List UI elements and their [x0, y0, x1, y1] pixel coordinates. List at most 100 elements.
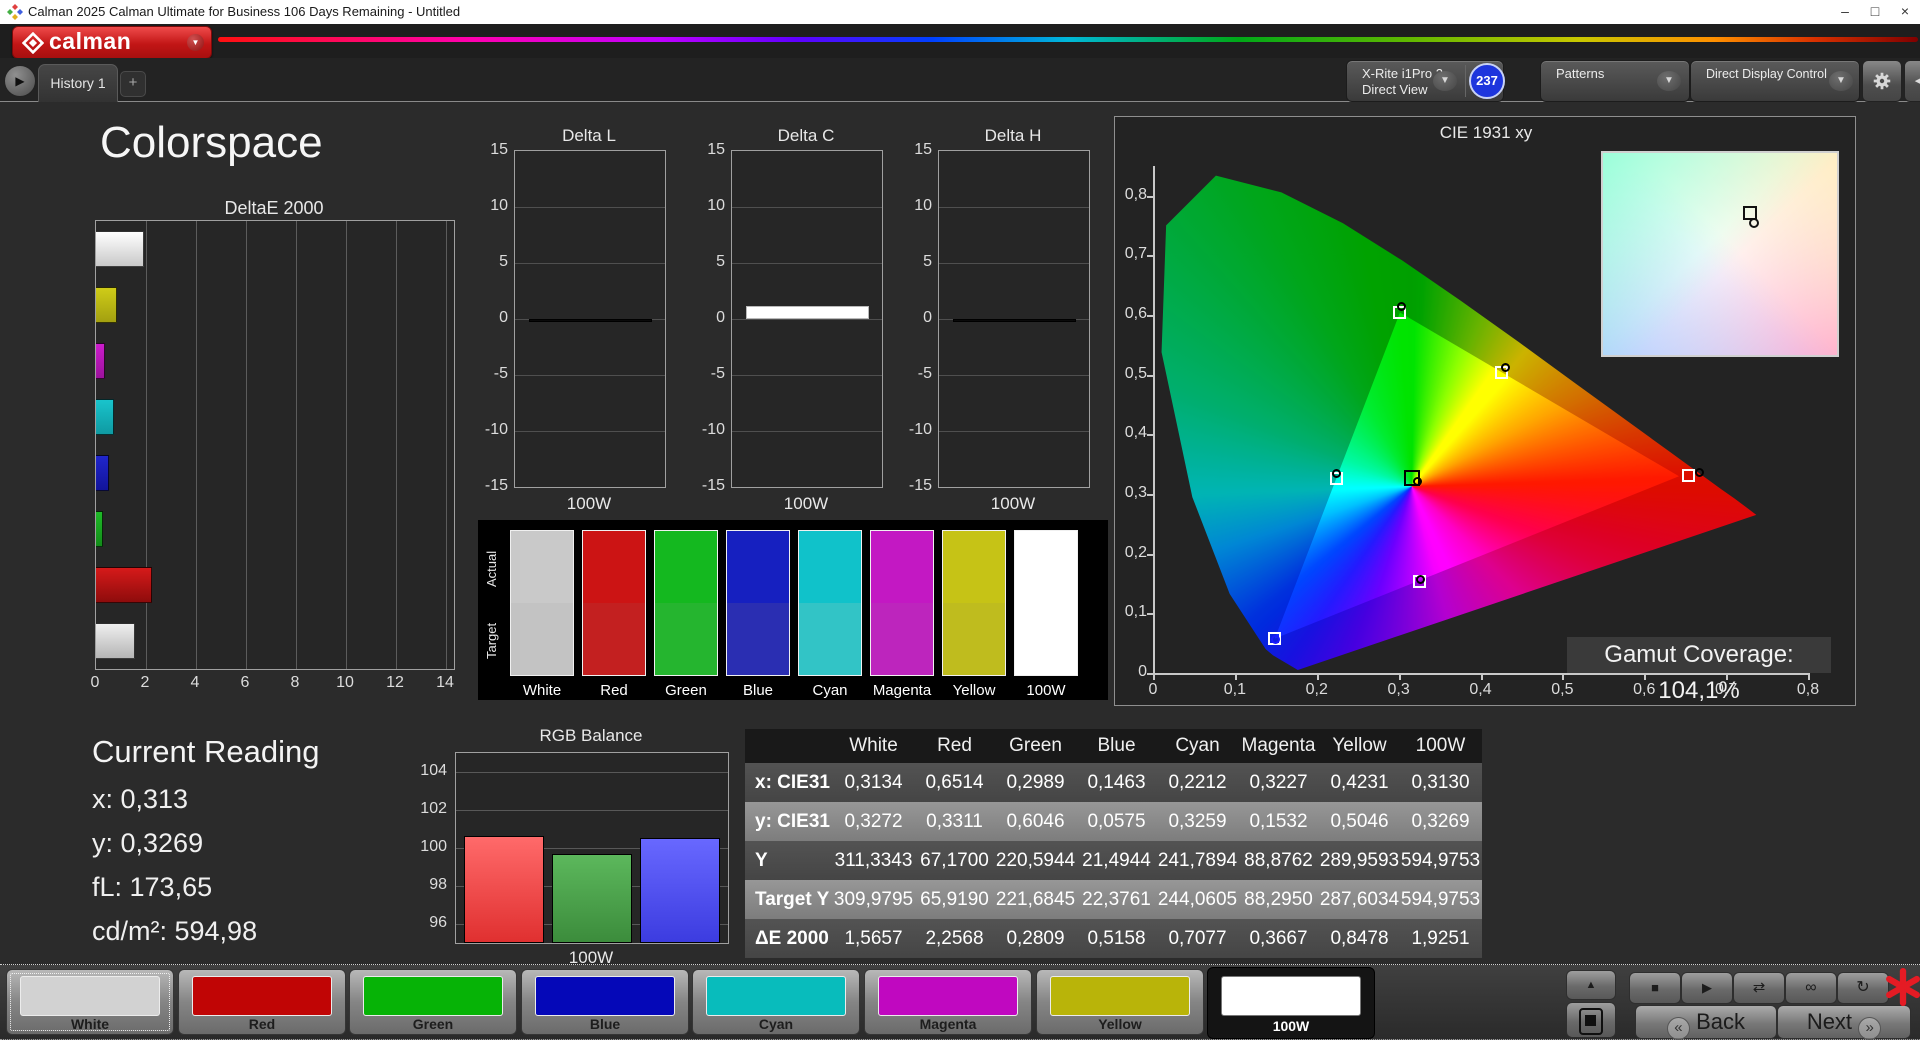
actual-swatch — [1014, 530, 1078, 603]
loop-read-button[interactable]: ↻ — [1837, 972, 1889, 1004]
deltae-x-tick: 12 — [386, 674, 404, 691]
pattern-button-magenta[interactable]: Magenta — [864, 969, 1032, 1035]
delta-gridline — [732, 207, 882, 208]
target-swatch — [510, 603, 574, 676]
cie-x-tickmark — [1808, 673, 1810, 680]
table-column-header: White — [849, 735, 898, 756]
delta-gridline — [939, 263, 1089, 264]
logo-dropdown-icon[interactable]: ▼ — [187, 34, 204, 51]
back-arrow-icon: « — [1666, 1017, 1690, 1040]
table-cell: 0,2809 — [1006, 928, 1065, 949]
table-cell: 65,9190 — [920, 889, 989, 910]
cie-x-tick: 0,5 — [1551, 681, 1574, 698]
actual-target-swatch-panel: Actual Target White Red Green Blue Cyan Magen… — [478, 520, 1108, 700]
table-column-header: Yellow — [1332, 735, 1387, 756]
target-swatch — [870, 603, 934, 676]
deltae-bar-yellow — [96, 287, 117, 323]
display-control-dropdown[interactable]: Direct Display Control ▼ — [1690, 60, 1860, 102]
close-button[interactable]: × — [1890, 0, 1920, 24]
swatch-column-green: Green — [654, 530, 718, 699]
table-cell: 0,4231 — [1330, 772, 1389, 793]
pattern-button-white[interactable]: White — [6, 969, 174, 1035]
expand-pattern-tray-button[interactable]: ▲ — [1566, 970, 1616, 1000]
calman-menu-button[interactable]: calman ▼ — [12, 26, 212, 59]
rainbow-gradient-bar — [218, 37, 1918, 42]
meter-dropdown[interactable]: X-Rite i1Pro 2 Direct View ▼ 237 — [1346, 60, 1505, 102]
chevron-down-icon[interactable]: ▼ — [1657, 71, 1681, 91]
swatch-column-cyan: Cyan — [798, 530, 862, 699]
table-row: Y 311,3343 67,1700 220,5944 21,4944 241,7894 8… — [745, 841, 1482, 880]
cie-x-tick: 0,7 — [1715, 681, 1738, 698]
delta-y-tick: 15 — [914, 141, 932, 158]
add-tab-button[interactable]: + — [120, 71, 146, 97]
cie-x-tickmark — [1562, 673, 1565, 680]
pattern-button-100w[interactable]: 100W — [1207, 967, 1375, 1039]
settings-button[interactable] — [1862, 60, 1902, 102]
delta-gridline — [732, 319, 882, 320]
patterns-dropdown[interactable]: Patterns ▼ — [1540, 60, 1690, 102]
table-cell: 220,5944 — [995, 850, 1076, 871]
pattern-window-button[interactable] — [1566, 1002, 1616, 1038]
cie-marker-dot-cyan — [1331, 469, 1341, 479]
meter-mode: Direct View — [1362, 82, 1428, 97]
delta-gridline — [732, 431, 882, 432]
swatch-column-label: Blue — [742, 682, 774, 699]
chevron-down-icon[interactable]: ▼ — [1829, 71, 1853, 91]
current-reading-title: Current Reading — [92, 734, 320, 769]
delta-gridline — [732, 263, 882, 264]
delta-y-tick: -10 — [484, 421, 508, 438]
table-cell: 0,3134 — [844, 772, 903, 793]
minimize-button[interactable]: – — [1830, 0, 1860, 24]
rgb-chart-title: RGB Balance — [539, 726, 643, 745]
back-button[interactable]: « Back — [1635, 1005, 1777, 1040]
target-row-label: Target — [484, 622, 499, 660]
stop-button[interactable]: ■ — [1629, 972, 1681, 1004]
table-column-header: Red — [937, 735, 972, 756]
deltae-bar-red — [96, 567, 152, 603]
table-row: x: CIE31 0,3134 0,6514 0,2989 0,1463 0,2212 0,… — [745, 763, 1482, 802]
pattern-button-blue[interactable]: Blue — [521, 969, 689, 1035]
tab-label: History 1 — [50, 75, 106, 91]
delta-bar — [528, 319, 652, 322]
pattern-button-green[interactable]: Green — [349, 969, 517, 1035]
continuous-read-button[interactable]: ∞ — [1785, 972, 1837, 1004]
table-cell: 0,6046 — [1006, 811, 1065, 832]
measurement-table: White Red Green Blue Cyan Magenta Yellow 100W x:… — [745, 729, 1482, 958]
cie-y-tick: 0,1 — [1124, 603, 1147, 621]
play-button[interactable]: ▶ — [1681, 972, 1733, 1004]
maximize-button[interactable]: □ — [1860, 0, 1890, 24]
table-cell: 0,0575 — [1087, 811, 1146, 832]
unsaved-asterisk-icon — [1886, 968, 1920, 1006]
pattern-label: Blue — [589, 1016, 621, 1032]
target-swatch — [942, 603, 1006, 676]
cie-x-tick: 0 — [1148, 681, 1158, 698]
table-cell: 309,9795 — [833, 889, 914, 910]
table-row-label: Y — [755, 850, 768, 871]
actual-swatch — [798, 530, 862, 603]
cie-marker-red — [1681, 469, 1695, 482]
table-cell: 0,3130 — [1411, 772, 1470, 793]
pattern-button-red[interactable]: Red — [178, 969, 346, 1035]
cie-x-tickmark — [1234, 673, 1237, 680]
patterns-status-accent — [1544, 64, 1549, 98]
next-button[interactable]: Next » — [1777, 1005, 1911, 1040]
rgb-y-tick: 100 — [420, 838, 447, 855]
pattern-button-yellow[interactable]: Yellow — [1036, 969, 1204, 1035]
pattern-button-cyan[interactable]: Cyan — [692, 969, 860, 1035]
table-cell: 287,6034 — [1319, 889, 1400, 910]
delta-chart-title: Delta C — [777, 126, 835, 145]
meter-count-badge[interactable]: 237 — [1469, 63, 1505, 99]
table-cell: 0,2989 — [1006, 772, 1065, 793]
swatch-column-red: Red — [582, 530, 646, 699]
table-cell: 0,3272 — [844, 811, 903, 832]
layout-flyout-button[interactable]: ▶ — [4, 65, 36, 97]
delta-y-tick: -15 — [484, 477, 508, 494]
pattern-bottom-bar: ▲ ■ ▶ ⇄ ∞ ↻ « Back Next » White Red Green B… — [0, 964, 1920, 1040]
delta-y-tick: 10 — [490, 197, 508, 214]
tab-history-1[interactable]: History 1 — [38, 64, 118, 103]
table-row: ΔE 2000 1,5657 2,2568 0,2809 0,5158 0,7077 0,3… — [745, 919, 1482, 958]
collapse-panel-button[interactable]: ◀ — [1904, 60, 1920, 102]
deltae-gridline — [396, 221, 397, 669]
advance-read-button[interactable]: ⇄ — [1733, 972, 1785, 1004]
chevron-down-icon[interactable]: ▼ — [1433, 71, 1457, 91]
